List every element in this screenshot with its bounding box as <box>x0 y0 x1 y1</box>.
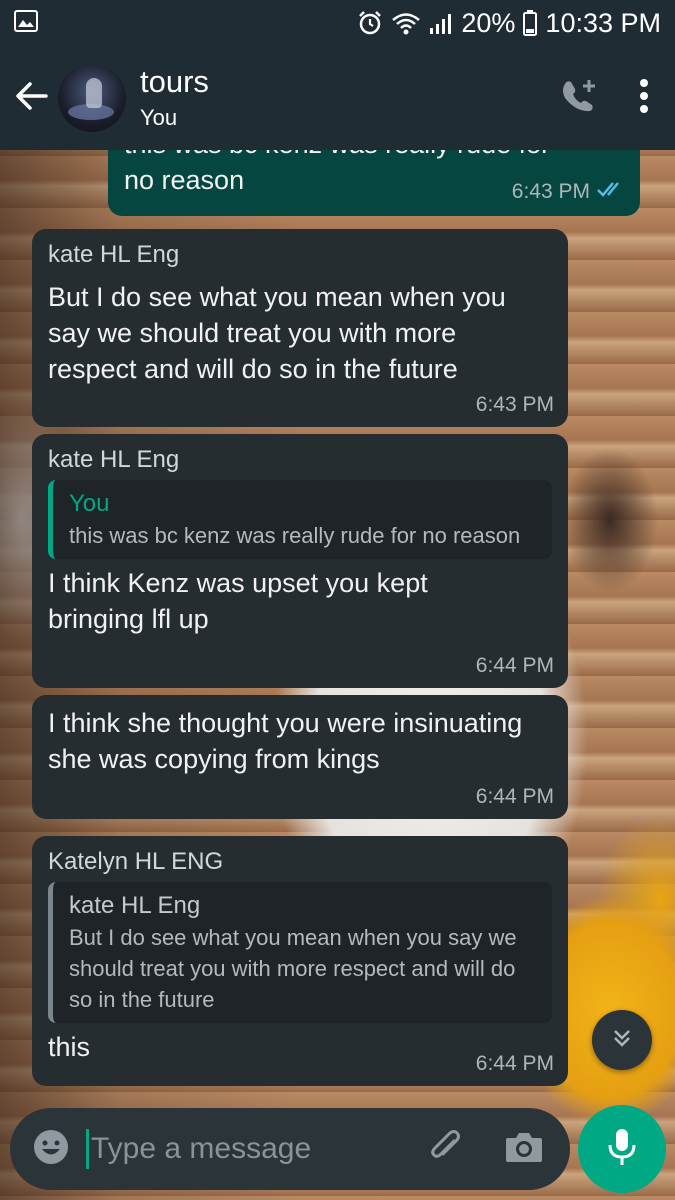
message-bubble-incoming[interactable]: kate HL Eng But I do see what you mean w… <box>32 229 568 427</box>
mic-icon <box>607 1127 637 1172</box>
message-composer: Type a message <box>10 1108 570 1190</box>
status-time: 10:33 PM <box>545 7 661 38</box>
sender-name: Katelyn HL ENG <box>48 848 224 875</box>
alarm-icon <box>357 10 383 36</box>
contact-name: tours <box>140 64 209 99</box>
image-icon <box>14 9 38 37</box>
double-chevron-down-icon <box>610 1026 634 1055</box>
message-bubble-outgoing[interactable]: this was bc kenz was really rude for no … <box>108 150 640 216</box>
message-time: 6:43 PM <box>475 393 554 416</box>
message-time: 6:44 PM <box>475 654 554 677</box>
quote-author: You <box>69 490 110 517</box>
sender-name: kate HL Eng <box>48 446 180 473</box>
battery-percent: 20% <box>461 7 516 38</box>
scroll-to-bottom-button[interactable] <box>592 1010 652 1070</box>
message-text: I think she thought you were insinuating… <box>48 708 523 774</box>
back-arrow-icon <box>14 81 48 116</box>
more-vert-icon[interactable] <box>639 78 649 118</box>
wifi-icon <box>391 11 421 35</box>
message-text-clipped: this was bc kenz was really rude for <box>124 150 624 162</box>
emoji-icon[interactable] <box>32 1128 70 1171</box>
message-text: I think Kenz was upset you kept bringing… <box>48 568 428 634</box>
text-cursor <box>86 1129 89 1169</box>
message-list[interactable]: this was bc kenz was really rude for no … <box>0 150 675 1100</box>
sender-name: kate HL Eng <box>48 241 180 268</box>
quote-text: But I do see what you mean when you say … <box>69 925 517 1012</box>
message-bubble-incoming[interactable]: Katelyn HL ENG kate HL Eng But I do see … <box>32 836 568 1086</box>
chat-header: tours You <box>0 46 675 150</box>
message-input[interactable]: Type a message <box>91 1132 426 1166</box>
contact-subtitle: You <box>140 105 178 130</box>
double-check-icon <box>596 180 626 204</box>
mic-button[interactable] <box>578 1105 666 1193</box>
status-bar: 20% 10:33 PM <box>0 0 675 46</box>
add-call-icon[interactable] <box>559 76 599 121</box>
message-time: 6:43 PM <box>511 180 590 203</box>
quoted-message[interactable]: kate HL Eng But I do see what you mean w… <box>48 882 552 1023</box>
message-text: But I do see what you mean when you say … <box>48 282 506 384</box>
quoted-message[interactable]: You this was bc kenz was really rude for… <box>48 480 552 559</box>
camera-icon[interactable] <box>504 1130 544 1169</box>
contact-info[interactable]: tours You <box>140 64 559 132</box>
message-bubble-incoming[interactable]: kate HL Eng You this was bc kenz was rea… <box>32 434 568 688</box>
message-bubble-incoming[interactable]: I think she thought you were insinuating… <box>32 695 568 819</box>
battery-icon <box>523 10 538 36</box>
message-time: 6:44 PM <box>475 1052 554 1075</box>
message-time: 6:44 PM <box>475 785 554 808</box>
avatar[interactable] <box>58 64 126 132</box>
back-button[interactable] <box>4 68 58 128</box>
quote-text: this was bc kenz was really rude for no … <box>69 523 521 548</box>
attach-icon[interactable] <box>426 1127 466 1172</box>
signal-icon <box>429 11 453 35</box>
quote-author: kate HL Eng <box>69 892 201 919</box>
